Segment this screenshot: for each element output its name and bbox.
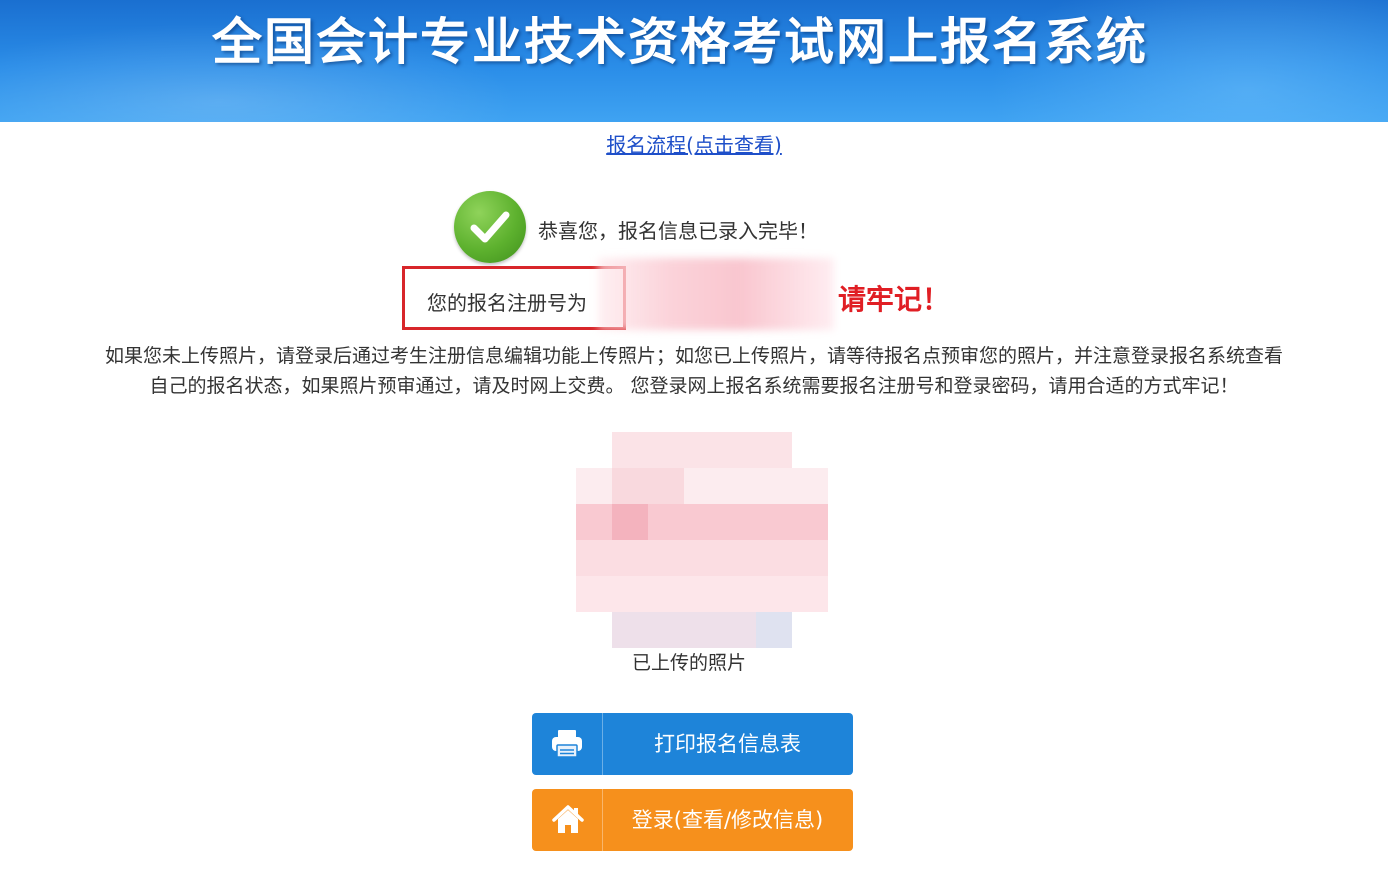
header-banner: 全国会计专业技术资格考试网上报名系统 xyxy=(0,0,1388,122)
registration-number-label: 您的报名注册号为 xyxy=(427,291,587,315)
notice-paragraph: 如果您未上传照片，请登录后通过考生注册信息编辑功能上传照片；如您已上传照片，请等… xyxy=(0,341,1388,401)
registration-number-redacted xyxy=(598,258,834,330)
check-circle-icon xyxy=(454,191,526,263)
registration-number-box: 您的报名注册号为 xyxy=(402,266,626,330)
printer-icon xyxy=(532,713,603,775)
page-title: 全国会计专业技术资格考试网上报名系统 xyxy=(212,13,1148,71)
print-button-label: 打印报名信息表 xyxy=(654,732,801,756)
registration-complete-page: 全国会计专业技术资格考试网上报名系统 报名流程(点击查看) 恭喜您，报名信息已录… xyxy=(0,0,1388,882)
process-link[interactable]: 报名流程(点击查看) xyxy=(0,129,1388,158)
notice-line-1: 如果您未上传照片，请登录后通过考生注册信息编辑功能上传照片；如您已上传照片，请等… xyxy=(104,345,1283,367)
notice-line-2: 自己的报名状态，如果照片预审通过，请及时网上交费。 您登录网上报名系统需要报名注… xyxy=(149,375,1239,397)
success-text: 恭喜您，报名信息已录入完毕！ xyxy=(538,219,818,243)
remember-warning: 请牢记！ xyxy=(838,283,951,316)
home-icon xyxy=(532,789,603,851)
print-registration-button[interactable]: 打印报名信息表 xyxy=(532,713,853,775)
login-button-label: 登录(查看/修改信息) xyxy=(631,808,824,832)
photo-caption: 已上传的照片 xyxy=(632,652,747,674)
login-button[interactable]: 登录(查看/修改信息) xyxy=(532,789,853,851)
uploaded-photo-redacted xyxy=(576,432,828,652)
